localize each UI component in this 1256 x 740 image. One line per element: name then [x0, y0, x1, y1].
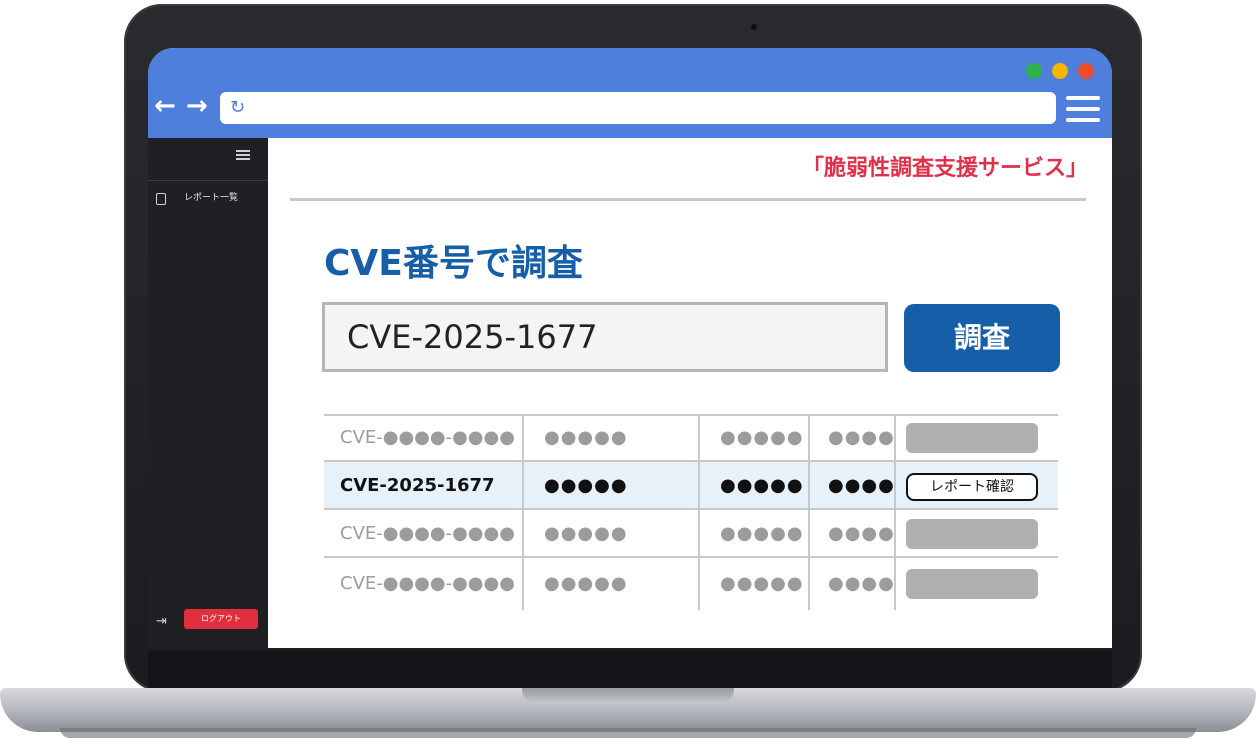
action-placeholder: [906, 519, 1038, 549]
window-close-dot[interactable]: [1078, 63, 1094, 79]
masked-cell: ●●●●●: [720, 475, 804, 496]
cve-cell: CVE-●●●●-●●●●: [340, 573, 515, 594]
back-arrow-icon[interactable]: ←: [154, 92, 176, 120]
cve-search-input[interactable]: [322, 302, 888, 372]
sidebar-item-report-list[interactable]: レポート一覧: [156, 190, 264, 210]
browser-toolbar: ← → ↻: [148, 48, 1112, 138]
masked-cell: ●●●●●: [544, 427, 628, 448]
masked-cell: ●●●●●: [544, 573, 628, 594]
masked-cell: ●●●●: [828, 475, 895, 496]
logout-button[interactable]: ログアウト: [184, 609, 258, 629]
masked-cell: ●●●●●: [720, 523, 804, 544]
table-rule: [324, 414, 1058, 416]
forward-arrow-icon[interactable]: →: [186, 92, 208, 120]
service-title: 「脆弱性調査支援サービス」: [801, 156, 1088, 181]
browser-menu-icon[interactable]: [1066, 96, 1100, 122]
reload-icon[interactable]: ↻: [230, 96, 245, 120]
cve-cell: CVE-●●●●-●●●●: [340, 427, 515, 448]
logout-icon[interactable]: ⇥: [156, 615, 167, 629]
masked-cell: ●●●●●: [544, 523, 628, 544]
table-rule: [324, 508, 1058, 510]
table-column-rule: [808, 414, 810, 610]
table-rule: [324, 556, 1058, 558]
table-column-rule: [894, 414, 896, 610]
action-placeholder: [906, 423, 1038, 453]
view-report-button[interactable]: レポート確認: [906, 473, 1038, 501]
address-bar[interactable]: ↻: [220, 92, 1056, 124]
table-row[interactable]: CVE-●●●●-●●●● ●●●●● ●●●●● ●●●●: [324, 560, 1058, 608]
laptop-base-shadow: [60, 728, 1196, 738]
table-row-selected[interactable]: CVE-2025-1677 ●●●●● ●●●●● ●●●● レポート確認: [324, 462, 1058, 510]
masked-cell: ●●●●: [828, 523, 895, 544]
document-icon: [156, 193, 166, 205]
header-divider: [290, 198, 1086, 201]
masked-cell: ●●●●●: [720, 427, 804, 448]
window-minimize-dot[interactable]: [1052, 63, 1068, 79]
cve-cell: CVE-●●●●-●●●●: [340, 523, 515, 544]
table-row[interactable]: CVE-●●●●-●●●● ●●●●● ●●●●● ●●●●: [324, 510, 1058, 558]
screen-bezel-bottom: [148, 650, 1112, 690]
masked-cell: ●●●●: [828, 427, 895, 448]
search-button[interactable]: 調査: [904, 304, 1060, 372]
table-row[interactable]: CVE-●●●●-●●●● ●●●●● ●●●●● ●●●●: [324, 414, 1058, 462]
sidebar-item-label: レポート一覧: [184, 193, 239, 203]
results-table: CVE-●●●●-●●●● ●●●●● ●●●●● ●●●● CVE-2025-…: [324, 414, 1058, 610]
table-column-rule: [522, 414, 524, 610]
table-rule: [324, 460, 1058, 462]
window-maximize-dot[interactable]: [1026, 63, 1042, 79]
table-column-rule: [698, 414, 700, 610]
laptop-base-notch: [522, 688, 734, 704]
sidebar-toggle-icon[interactable]: [236, 150, 250, 160]
cve-cell: CVE-2025-1677: [340, 475, 495, 496]
page-title: CVE番号で調査: [324, 243, 583, 284]
masked-cell: ●●●●: [828, 573, 895, 594]
masked-cell: ●●●●●: [544, 475, 628, 496]
camera-dot: [751, 24, 757, 30]
sidebar: レポート一覧 ⇥ ログアウト: [148, 138, 268, 648]
sidebar-divider: [148, 180, 268, 181]
masked-cell: ●●●●●: [720, 573, 804, 594]
action-placeholder: [906, 569, 1038, 599]
screen: ← → ↻ レポート一覧 ⇥ ログアウト 「脆弱性調査支援サービス」 CVE番号…: [148, 48, 1112, 648]
